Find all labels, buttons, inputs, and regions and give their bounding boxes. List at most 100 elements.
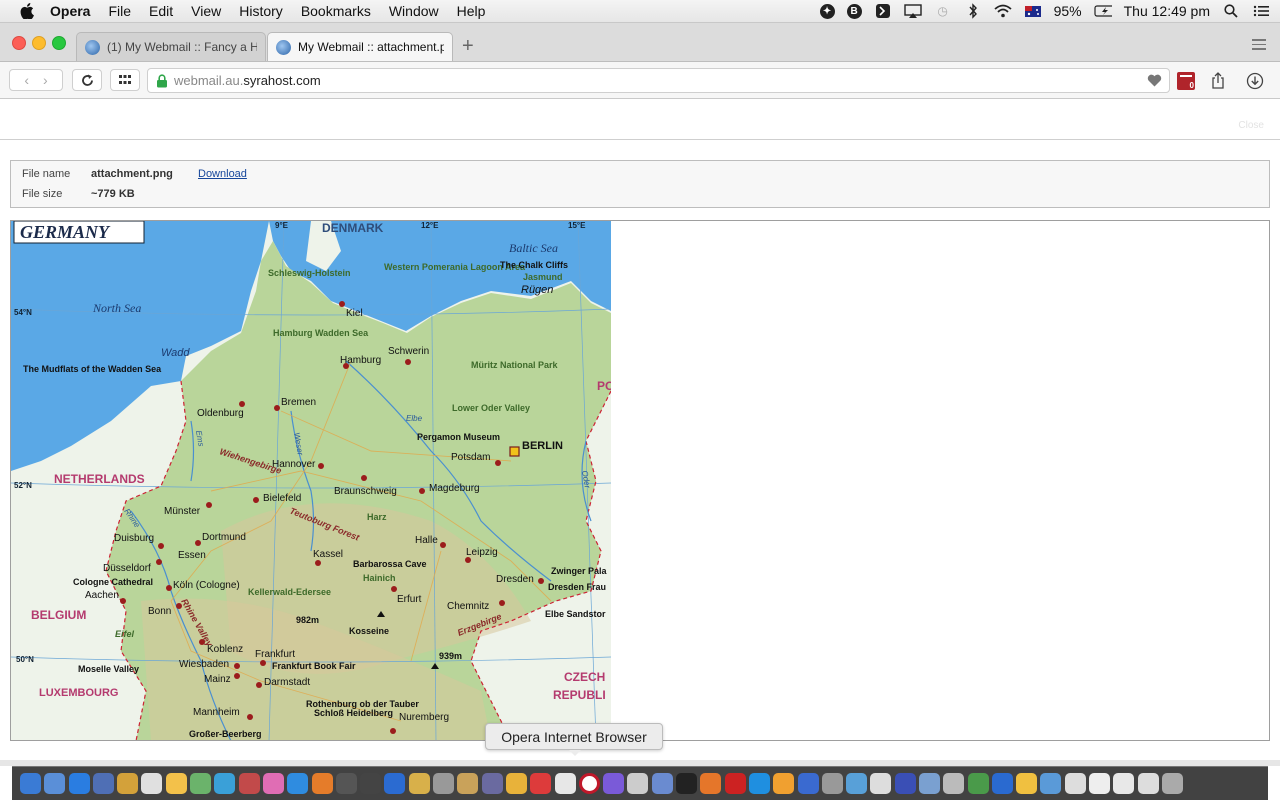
dock-app-icon[interactable] xyxy=(335,773,357,794)
dock-app-icon[interactable] xyxy=(238,773,260,794)
forward-icon[interactable]: › xyxy=(43,72,48,88)
menu-app-name[interactable]: Opera xyxy=(50,3,90,19)
dock-app-icon[interactable] xyxy=(870,773,892,794)
germany-map-image[interactable]: GERMANY 9°E 12°E 15°E 54°N 52°N 50°N DEN… xyxy=(11,221,611,741)
map-title: GERMANY xyxy=(20,222,111,242)
apple-icon[interactable] xyxy=(20,3,36,19)
address-bar[interactable]: webmail.au.syrahost.com xyxy=(147,68,1170,93)
dock-app-icon[interactable] xyxy=(676,773,698,794)
dock-app-icon[interactable] xyxy=(1064,773,1086,794)
clock[interactable]: Thu 12:49 pm xyxy=(1124,3,1210,19)
zoom-window-button[interactable] xyxy=(52,36,66,50)
dock-app-icon[interactable] xyxy=(748,773,770,794)
tab-webmail-attachment[interactable]: My Webmail :: attachment.pn xyxy=(267,32,453,61)
dock-app-icon[interactable] xyxy=(773,773,795,794)
dock-app-icon[interactable] xyxy=(1016,773,1038,794)
dock-app-icon[interactable] xyxy=(894,773,916,794)
dock-app-icon[interactable] xyxy=(530,773,552,794)
close-window-button[interactable] xyxy=(12,36,26,50)
battery-icon[interactable] xyxy=(1094,3,1112,19)
share-button[interactable] xyxy=(1205,68,1231,93)
attr-cologne-cathedral: Cologne Cathedral xyxy=(73,577,153,587)
wifi-icon[interactable] xyxy=(993,3,1012,19)
capital-berlin: BERLIN xyxy=(522,440,563,452)
menu-view[interactable]: View xyxy=(191,3,221,19)
dock-app-icon[interactable] xyxy=(505,773,527,794)
dock-app-icon[interactable] xyxy=(20,773,41,794)
dock-app-icon[interactable] xyxy=(117,773,139,794)
dot-oldenburg xyxy=(239,401,245,407)
dock-app-icon[interactable] xyxy=(481,773,503,794)
dock-app-icon[interactable] xyxy=(165,773,187,794)
bookmark-heart-button[interactable] xyxy=(1141,68,1167,93)
dock-app-icon[interactable] xyxy=(724,773,746,794)
spotlight-search-icon[interactable] xyxy=(1222,3,1240,19)
menu-edit[interactable]: Edit xyxy=(149,3,173,19)
dock-app-icon[interactable] xyxy=(821,773,843,794)
extension-button[interactable]: 0 xyxy=(1173,68,1199,93)
reload-button[interactable] xyxy=(72,69,102,91)
close-link[interactable]: Close xyxy=(1238,120,1264,131)
back-icon[interactable]: ‹ xyxy=(24,72,29,88)
dock-app-icon[interactable] xyxy=(1113,773,1135,794)
dock-app-icon[interactable] xyxy=(578,773,600,794)
dock-app-icon[interactable] xyxy=(943,773,965,794)
dock-app-icon[interactable] xyxy=(141,773,163,794)
dock-app-icon[interactable] xyxy=(554,773,576,794)
dock-app-icon[interactable] xyxy=(311,773,333,794)
australia-flag-icon[interactable] xyxy=(1024,3,1042,19)
menu-bookmarks[interactable]: Bookmarks xyxy=(301,3,371,19)
attr-hamburg-wadden: Hamburg Wadden Sea xyxy=(273,328,369,338)
dock-app-icon[interactable] xyxy=(918,773,940,794)
dock-app-icon[interactable] xyxy=(1089,773,1111,794)
dot-dresden xyxy=(538,578,544,584)
dock-app-icon[interactable] xyxy=(44,773,66,794)
dock-app-icon[interactable] xyxy=(700,773,722,794)
dock-app-icon[interactable] xyxy=(433,773,455,794)
dock-app-icon[interactable] xyxy=(797,773,819,794)
dock-app-icon[interactable] xyxy=(846,773,868,794)
dock-app-icon[interactable] xyxy=(92,773,114,794)
menu-file[interactable]: File xyxy=(108,3,131,19)
dock-app-icon[interactable] xyxy=(262,773,284,794)
tray-b-icon[interactable]: B xyxy=(846,3,862,19)
speed-dial-button[interactable] xyxy=(110,69,140,91)
city-koblenz: Koblenz xyxy=(207,644,243,655)
dock-app-icon[interactable] xyxy=(1161,773,1183,794)
browser-toolbar: ‹ › webmail.au.syrahost.com 0 xyxy=(0,62,1280,99)
menu-window[interactable]: Window xyxy=(389,3,439,19)
tray-app-icon[interactable]: ✦ xyxy=(819,3,835,19)
tab-menu-icon[interactable] xyxy=(1252,39,1266,53)
dock-app-icon[interactable] xyxy=(384,773,406,794)
airplay-icon[interactable] xyxy=(903,3,922,19)
dock-app-icon[interactable] xyxy=(627,773,649,794)
tray-sound-icon[interactable] xyxy=(874,3,892,19)
new-tab-plus-icon[interactable]: + xyxy=(462,36,474,56)
dock-app-icon[interactable] xyxy=(967,773,989,794)
dock-app-icon[interactable] xyxy=(1040,773,1062,794)
downloads-button[interactable] xyxy=(1242,68,1268,93)
bluetooth-icon[interactable] xyxy=(964,3,982,19)
time-machine-icon[interactable]: ◷ xyxy=(934,3,952,19)
dock-app-icon[interactable] xyxy=(190,773,212,794)
dock-app-icon[interactable] xyxy=(457,773,479,794)
dock-app-icon[interactable] xyxy=(360,773,382,794)
attr-elbe-sandstone: Elbe Sandstor xyxy=(545,609,606,619)
dock-app-icon[interactable] xyxy=(68,773,90,794)
dock-app-icon[interactable] xyxy=(287,773,309,794)
tab-webmail-fancy[interactable]: (1) My Webmail :: Fancy a Ha xyxy=(76,32,266,61)
dot-koln xyxy=(166,585,172,591)
dock-app-icon[interactable] xyxy=(991,773,1013,794)
download-link[interactable]: Download xyxy=(198,168,247,180)
berlin-capital-marker xyxy=(509,446,520,457)
dock-app-icon[interactable] xyxy=(408,773,430,794)
lock-icon xyxy=(157,73,167,87)
dock-app-icon[interactable] xyxy=(214,773,236,794)
minimize-window-button[interactable] xyxy=(32,36,46,50)
dock-app-icon[interactable] xyxy=(1137,773,1159,794)
menu-history[interactable]: History xyxy=(239,3,283,19)
dock-app-icon[interactable] xyxy=(651,773,673,794)
dock-app-icon[interactable] xyxy=(603,773,625,794)
notification-center-icon[interactable] xyxy=(1252,3,1270,19)
menu-help[interactable]: Help xyxy=(457,3,486,19)
